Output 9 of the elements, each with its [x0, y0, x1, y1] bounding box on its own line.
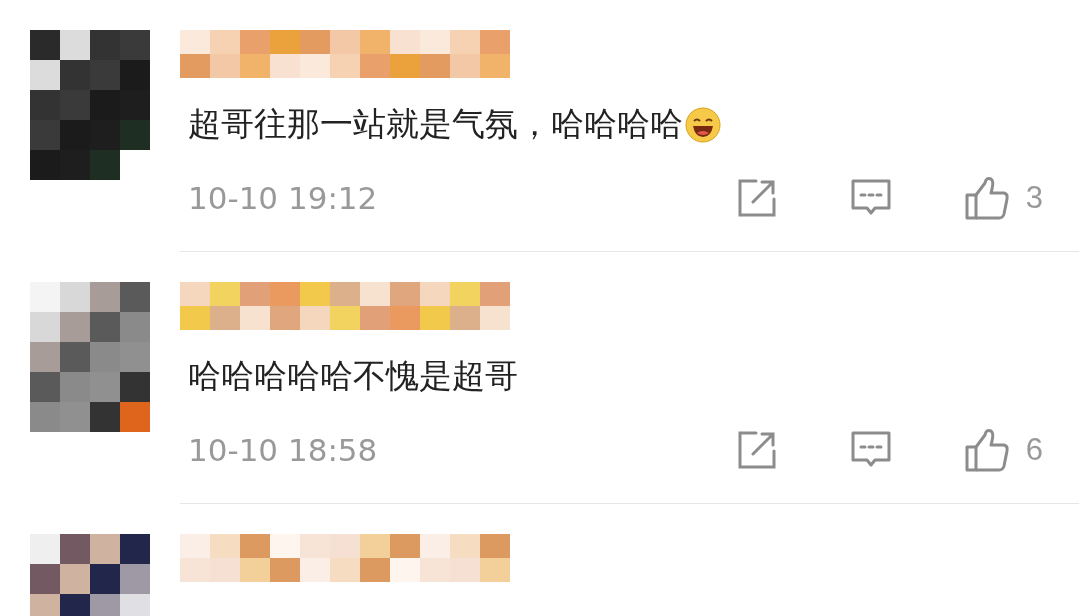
- comment-time: 10-10 19:12: [188, 180, 379, 216]
- like-button[interactable]: 3: [963, 175, 1043, 221]
- thumbs-up-icon: [963, 427, 1010, 473]
- comment-time: 10-10 18:58: [188, 432, 379, 468]
- comment-text: 超哥往那一站就是气氛，哈哈哈哈: [188, 103, 683, 145]
- like-button[interactable]: 6: [963, 427, 1043, 473]
- thumbs-up-icon: [963, 175, 1010, 221]
- laughing-face-icon: [685, 106, 721, 143]
- comment-text: 哈哈哈哈哈不愧是超哥: [188, 355, 518, 397]
